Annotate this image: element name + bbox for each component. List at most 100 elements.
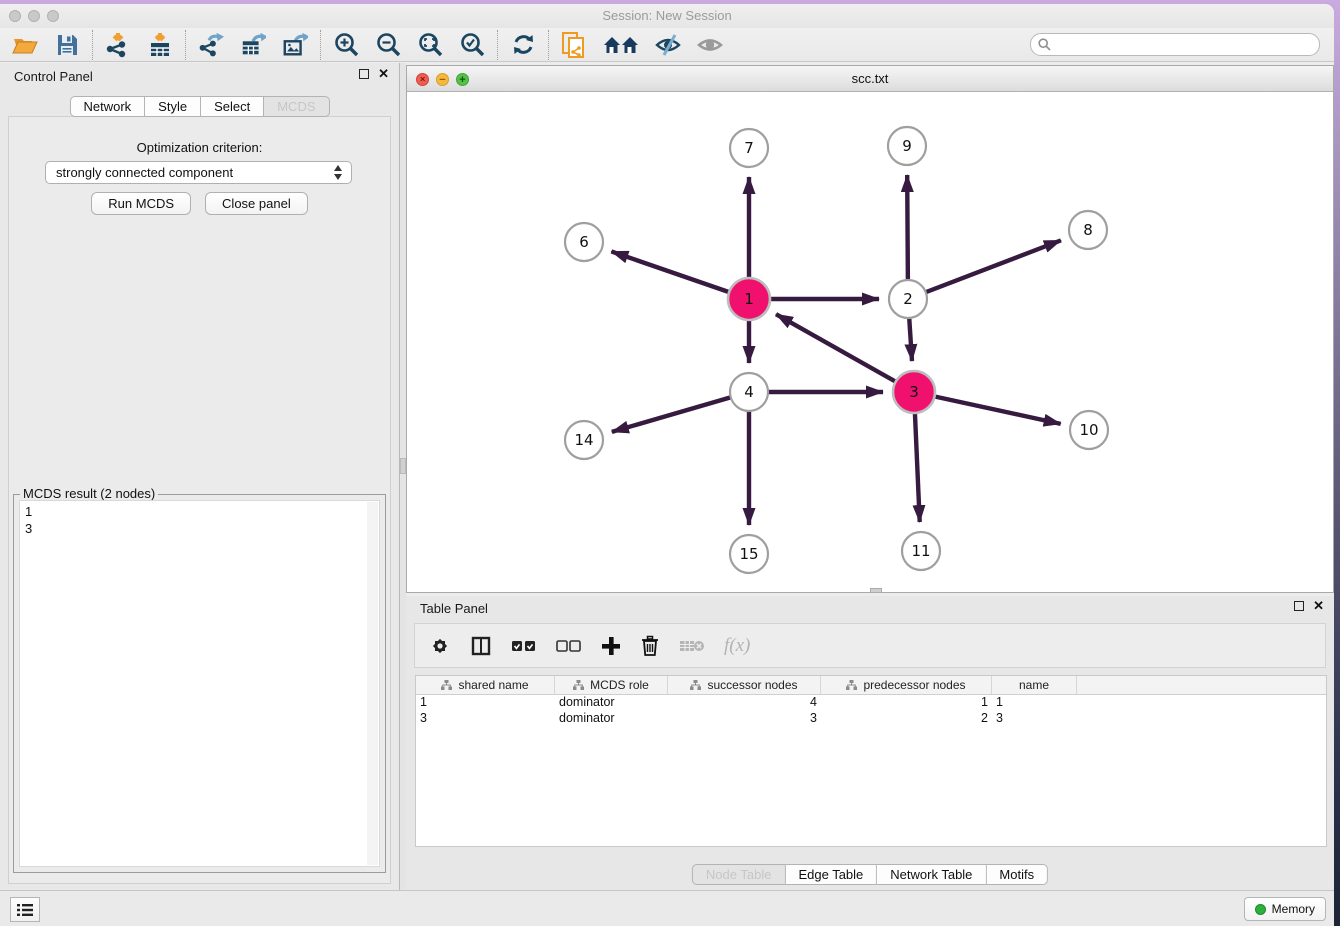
cell-predecessor-nodes[interactable]: 2 [821, 711, 992, 727]
float-panel-icon[interactable] [1294, 601, 1304, 611]
hide-all-columns-button[interactable] [556, 639, 582, 653]
open-folder-icon [12, 33, 38, 57]
create-column-button[interactable] [601, 636, 621, 656]
mcds-result-text[interactable]: 1 3 [19, 500, 380, 867]
search-box [1030, 33, 1320, 56]
run-mcds-button[interactable]: Run MCDS [91, 192, 191, 215]
delete-column-button[interactable] [640, 635, 660, 657]
clone-network-button[interactable] [561, 32, 587, 58]
open-session-button[interactable] [12, 32, 38, 58]
tree-icon [846, 680, 857, 690]
close-panel-icon[interactable] [378, 69, 389, 79]
network-window-title: scc.txt [407, 66, 1333, 92]
tab-network[interactable]: Network [69, 96, 145, 117]
refresh-button[interactable] [510, 32, 536, 58]
network-window-titlebar: scc.txt [407, 66, 1333, 92]
tab-mcds[interactable]: MCDS [264, 96, 329, 117]
export-table-button[interactable] [240, 32, 266, 58]
column-header-mcds-role[interactable]: MCDS role [555, 676, 668, 694]
search-input[interactable] [1055, 38, 1312, 52]
criterion-select[interactable]: strongly connected component [45, 161, 352, 184]
graph-node-label-10: 10 [1079, 421, 1098, 439]
tab-network-table[interactable]: Network Table [877, 864, 986, 885]
tree-icon [573, 680, 584, 690]
network-zoom-button[interactable] [456, 73, 469, 86]
hide-panels-button[interactable] [655, 32, 681, 58]
show-panel-button[interactable] [697, 32, 723, 58]
cell-successor-nodes[interactable]: 3 [668, 711, 821, 727]
delete-table-button[interactable] [679, 638, 705, 654]
cell-mcds-role[interactable]: dominator [555, 695, 668, 711]
cell-shared-name[interactable]: 1 [416, 695, 555, 711]
cell-name[interactable]: 3 [992, 711, 1077, 727]
column-header-shared-name[interactable]: shared name [416, 676, 555, 694]
import-table-button[interactable] [147, 32, 173, 58]
show-all-columns-button[interactable] [511, 639, 537, 653]
close-window-button[interactable] [9, 10, 21, 22]
deselect-all-icon [556, 639, 582, 653]
frame-resize-handle[interactable] [870, 588, 882, 593]
import-network-button[interactable] [105, 32, 131, 58]
clone-network-icon [561, 31, 587, 59]
eye-icon [697, 33, 723, 57]
table-toolbar: f(x) [414, 623, 1326, 668]
graph-edge-3-10[interactable] [914, 392, 1061, 424]
column-header-successor-nodes[interactable]: successor nodes [668, 676, 821, 694]
export-image-button[interactable] [282, 32, 308, 58]
tab-node-table[interactable]: Node Table [692, 864, 786, 885]
split-panel-button[interactable] [470, 635, 492, 657]
graph-node-label-6: 6 [579, 233, 589, 251]
float-panel-icon[interactable] [359, 69, 369, 79]
graph-edge-2-8[interactable] [908, 240, 1061, 299]
column-header-name[interactable]: name [992, 676, 1077, 694]
network-canvas[interactable]: 7968124314101511 [407, 92, 1333, 592]
zoom-out-button[interactable] [375, 32, 401, 58]
network-graph: 7968124314101511 [407, 92, 1332, 592]
minimize-window-button[interactable] [28, 10, 40, 22]
function-builder-button[interactable]: f(x) [724, 635, 750, 657]
zoom-selected-button[interactable] [459, 32, 485, 58]
export-network-icon [198, 32, 224, 58]
cell-successor-nodes[interactable]: 4 [668, 695, 821, 711]
cell-name[interactable]: 1 [992, 695, 1077, 711]
zoom-fit-icon [418, 32, 443, 57]
table-row[interactable]: 1 dominator 4 1 1 [416, 695, 1326, 711]
graph-edge-4-14[interactable] [612, 392, 749, 432]
optimization-criterion-label: Optimization criterion: [9, 140, 390, 155]
column-header-predecessor-nodes[interactable]: predecessor nodes [821, 676, 992, 694]
network-area: scc.txt 7968124314101511 [406, 63, 1334, 890]
task-history-button[interactable] [10, 897, 40, 922]
network-minimize-button[interactable] [436, 73, 449, 86]
result-scrollbar[interactable] [367, 502, 378, 865]
table-panel-title: Table Panel [420, 601, 488, 616]
close-panel-button[interactable]: Close panel [205, 192, 308, 215]
graph-node-label-4: 4 [744, 383, 754, 401]
graph-edge-3-1[interactable] [776, 314, 914, 392]
cell-shared-name[interactable]: 3 [416, 711, 555, 727]
zoom-out-icon [376, 32, 401, 57]
result-line: 3 [25, 520, 374, 537]
table-panel: Table Panel [406, 596, 1334, 890]
cell-predecessor-nodes[interactable]: 1 [821, 695, 992, 711]
tab-edge-table[interactable]: Edge Table [785, 864, 877, 885]
tab-select[interactable]: Select [201, 96, 264, 117]
tab-motifs[interactable]: Motifs [986, 864, 1048, 885]
mcds-result-box: MCDS result (2 nodes) 1 3 [13, 494, 386, 873]
cell-mcds-role[interactable]: dominator [555, 711, 668, 727]
table-row[interactable]: 3 dominator 3 2 3 [416, 711, 1326, 727]
tab-style[interactable]: Style [145, 96, 201, 117]
zoom-window-button[interactable] [47, 10, 59, 22]
network-close-button[interactable] [416, 73, 429, 86]
close-panel-icon[interactable] [1313, 601, 1324, 611]
save-session-button[interactable] [54, 32, 80, 58]
zoom-in-button[interactable] [333, 32, 359, 58]
trash-icon [640, 635, 660, 657]
zoom-fit-button[interactable] [417, 32, 443, 58]
export-table-icon [240, 32, 266, 58]
memory-button[interactable]: Memory [1244, 897, 1326, 921]
home-button[interactable] [603, 32, 639, 58]
table-settings-button[interactable] [429, 635, 451, 657]
export-network-button[interactable] [198, 32, 224, 58]
window-title: Session: New Session [0, 4, 1334, 28]
graph-node-label-8: 8 [1083, 221, 1093, 239]
